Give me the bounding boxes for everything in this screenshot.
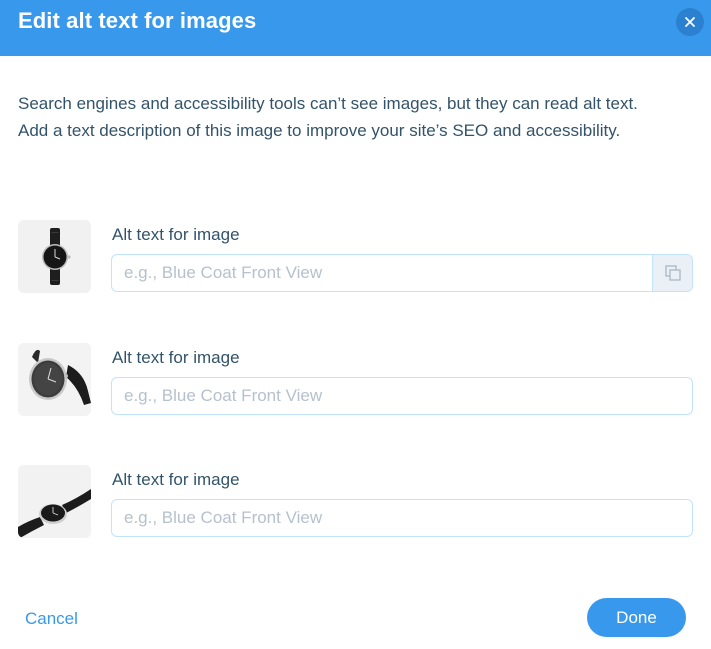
image-row: Alt text for image [18, 220, 693, 294]
alt-text-field [111, 499, 693, 537]
image-row: Alt text for image [18, 465, 693, 539]
done-button[interactable]: Done [587, 598, 686, 637]
image-row: Alt text for image [18, 343, 693, 417]
dialog-header: Edit alt text for images [0, 0, 711, 56]
alt-text-dialog: Edit alt text for images Search engines … [0, 0, 711, 649]
alt-text-field [111, 377, 693, 415]
alt-text-input[interactable] [112, 378, 692, 414]
alt-text-label: Alt text for image [112, 470, 240, 489]
watch-front-image [18, 220, 91, 293]
alt-text-label: Alt text for image [112, 225, 240, 244]
alt-text-input[interactable] [112, 500, 692, 536]
cancel-button[interactable]: Cancel [25, 608, 78, 630]
alt-text-input[interactable] [112, 255, 652, 291]
alt-text-label: Alt text for image [112, 348, 240, 367]
alt-text-field [111, 254, 693, 292]
dialog-title: Edit alt text for images [18, 8, 257, 33]
copy-icon [665, 265, 681, 281]
dialog-description: Search engines and accessibility tools c… [18, 94, 638, 140]
copy-button[interactable] [652, 255, 692, 291]
close-icon [685, 17, 695, 27]
watch-side-image [18, 465, 91, 538]
close-button[interactable] [676, 8, 704, 36]
watch-angle-image [18, 343, 91, 416]
